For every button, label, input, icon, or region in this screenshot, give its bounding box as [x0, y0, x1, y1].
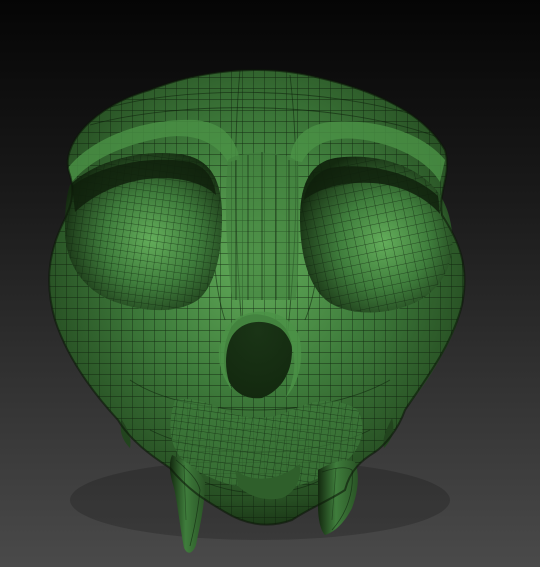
3d-viewport[interactable]: [0, 0, 540, 567]
nasal-bridge: [225, 152, 300, 300]
viewport-canvas[interactable]: [0, 0, 540, 567]
skull-mesh[interactable]: [40, 60, 480, 553]
